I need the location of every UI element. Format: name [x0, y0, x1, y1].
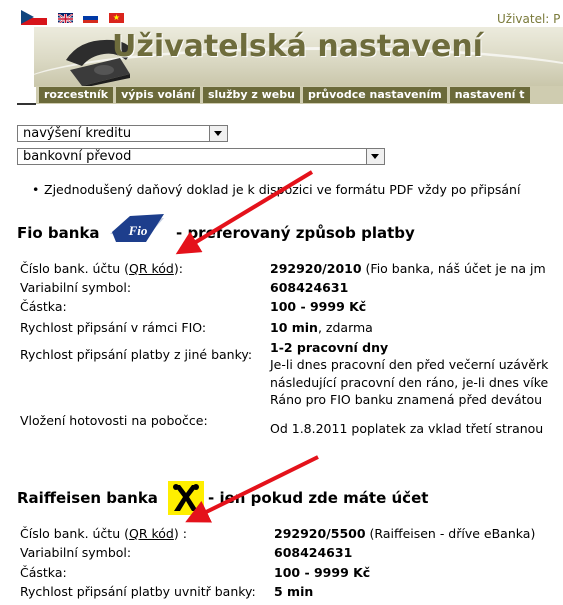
annotation-arrows: [175, 170, 319, 523]
red-arrow-fio: [175, 170, 314, 255]
red-arrow-raiffeisen: [185, 455, 319, 523]
